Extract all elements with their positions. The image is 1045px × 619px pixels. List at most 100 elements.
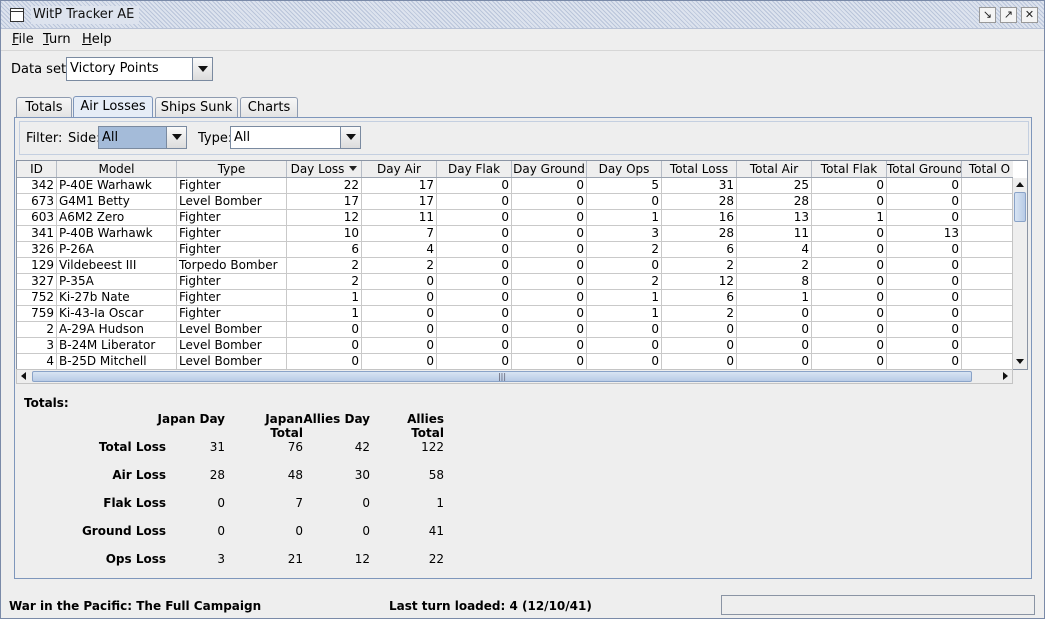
vertical-scrollbar[interactable] (1012, 178, 1027, 369)
table-cell: 0 (737, 306, 812, 322)
table-cell (962, 322, 1013, 338)
chevron-down-icon[interactable] (166, 127, 186, 148)
menu-file[interactable]: File (11, 32, 35, 48)
column-header[interactable]: Total O (962, 161, 1013, 177)
table-cell: 2 (737, 258, 812, 274)
table-cell: 0 (512, 306, 587, 322)
table-cell: 0 (512, 338, 587, 354)
table-cell: 0 (512, 210, 587, 226)
totals-value: 21 (287, 552, 303, 566)
table-cell: 2 (287, 258, 362, 274)
close-icon[interactable]: ✕ (1021, 7, 1038, 23)
table-cell: 759 (17, 306, 57, 322)
table-row[interactable]: 752 Ki-27b Nate Fighter 1 0 0 0 1 6 1 0 0 (17, 290, 1013, 306)
table-cell: 0 (887, 354, 962, 369)
totals-row-label: Flak Loss (103, 496, 166, 510)
column-header[interactable]: Total Loss (662, 161, 737, 177)
totals-column-header: Allies Day (303, 412, 370, 426)
column-header[interactable]: Model (57, 161, 177, 177)
table-row[interactable]: 326 P-26A Fighter 6 4 0 0 2 6 4 0 0 (17, 242, 1013, 258)
table-cell: 1 (587, 306, 662, 322)
totals-value: 7 (295, 496, 303, 510)
status-progress-bar (721, 595, 1035, 615)
scroll-down-icon[interactable] (1013, 355, 1027, 369)
side-select[interactable]: All (98, 126, 187, 149)
column-header[interactable]: Total Air (737, 161, 812, 177)
column-header[interactable]: Day Flak (437, 161, 512, 177)
table-row[interactable]: 603 A6M2 Zero Fighter 12 11 0 0 1 16 13 1 0 (17, 210, 1013, 226)
column-header[interactable]: ID (17, 161, 57, 177)
horizontal-scroll-thumb[interactable]: ||| (32, 371, 972, 382)
table-cell: 0 (437, 274, 512, 290)
tab-totals[interactable]: Totals (16, 97, 72, 118)
table-cell: 0 (437, 226, 512, 242)
chevron-down-icon[interactable] (340, 127, 360, 148)
table-row[interactable]: 759 Ki-43-Ia Oscar Fighter 1 0 0 0 1 2 0 0 0 (17, 306, 1013, 322)
scroll-up-icon[interactable] (1013, 178, 1027, 192)
table-row[interactable]: 129 Vildebeest III Torpedo Bomber 2 2 0 0 0 2 2 0 0 (17, 258, 1013, 274)
sort-descending-icon (349, 166, 358, 171)
table-cell: 0 (362, 274, 437, 290)
title-bar[interactable]: WitP Tracker AE ↘ ↗ ✕ (1, 1, 1044, 29)
column-header[interactable]: Total Ground (887, 161, 962, 177)
status-campaign: War in the Pacific: The Full Campaign (9, 599, 262, 613)
column-header[interactable]: Day Air (362, 161, 437, 177)
table-row[interactable]: 341 P-40B Warhawk Fighter 10 7 0 0 3 28 11 0 13 (17, 226, 1013, 242)
scroll-right-icon[interactable] (998, 370, 1012, 383)
table-cell: 129 (17, 258, 57, 274)
dataset-select[interactable]: Victory Points (66, 57, 213, 81)
column-header[interactable]: Day Loss (287, 161, 362, 177)
totals-value: 0 (362, 524, 370, 538)
tab-charts[interactable]: Charts (240, 97, 298, 118)
tab-ships-sunk[interactable]: Ships Sunk (155, 97, 238, 118)
table-cell: Fighter (177, 274, 287, 290)
table-row[interactable]: 2 A-29A Hudson Level Bomber 0 0 0 0 0 0 0 0 0 (17, 322, 1013, 338)
table-cell: 5 (587, 178, 662, 194)
menu-help[interactable]: Help (81, 32, 113, 48)
menu-turn[interactable]: Turn (42, 32, 72, 48)
column-header-label: Total Flak (820, 162, 878, 176)
maximize-icon[interactable]: ↗ (1000, 7, 1017, 23)
table-cell: 0 (437, 306, 512, 322)
table-cell: 28 (737, 194, 812, 210)
window-icon (10, 8, 24, 22)
column-header-label: Day Ops (598, 162, 650, 176)
table-row[interactable]: 342 P-40E Warhawk Fighter 22 17 0 0 5 31 25 0 0 (17, 178, 1013, 194)
horizontal-scrollbar[interactable]: ||| (16, 369, 1013, 384)
table-cell: 0 (437, 338, 512, 354)
table-cell: 341 (17, 226, 57, 242)
column-header[interactable]: Day Ops (587, 161, 662, 177)
type-label: Type: (198, 131, 233, 146)
table-cell: 1 (587, 290, 662, 306)
chevron-down-icon[interactable] (192, 58, 212, 80)
app-window: WitP Tracker AE ↘ ↗ ✕ File Turn Help Dat… (0, 0, 1045, 619)
table-row[interactable]: 673 G4M1 Betty Level Bomber 17 17 0 0 0 28 28 0 0 (17, 194, 1013, 210)
column-header[interactable]: Total Flak (812, 161, 887, 177)
column-header[interactable]: Type (177, 161, 287, 177)
menu-bar: File Turn Help (1, 29, 1044, 51)
vertical-scroll-thumb[interactable] (1014, 192, 1026, 222)
totals-value: 0 (295, 524, 303, 538)
table-row[interactable]: 3 B-24M Liberator Level Bomber 0 0 0 0 0 0 0 0 0 (17, 338, 1013, 354)
table-cell (962, 210, 1013, 226)
tab-air-losses[interactable]: Air Losses (73, 96, 153, 118)
table-row[interactable]: 4 B-25D Mitchell Level Bomber 0 0 0 0 0 0 0 0 0 (17, 354, 1013, 369)
table-cell: B-25D Mitchell (57, 354, 177, 369)
table-cell: 6 (662, 290, 737, 306)
column-header[interactable]: Day Ground (512, 161, 587, 177)
table-cell: 0 (287, 322, 362, 338)
table-row[interactable]: 327 P-35A Fighter 2 0 0 0 2 12 8 0 0 (17, 274, 1013, 290)
totals-value: 58 (428, 468, 444, 482)
totals-value: 31 (209, 440, 225, 454)
table-cell: 0 (362, 306, 437, 322)
totals-value: 12 (354, 552, 370, 566)
table-cell: 12 (287, 210, 362, 226)
minimize-icon[interactable]: ↘ (979, 7, 996, 23)
table-cell: 0 (437, 258, 512, 274)
filter-label: Filter: (26, 131, 63, 146)
table-cell: 0 (887, 258, 962, 274)
scroll-left-icon[interactable] (17, 370, 31, 383)
table-cell: 13 (737, 210, 812, 226)
column-header-label: Total O (968, 162, 1011, 176)
type-select[interactable]: All (230, 126, 361, 149)
